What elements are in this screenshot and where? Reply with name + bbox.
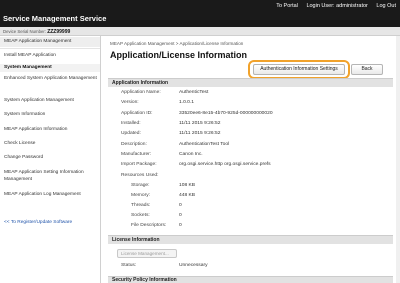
row-app-name: Application Name: AuthenticTest — [121, 90, 208, 95]
row-updated: Updated: 11/11 2015 9:26:52 — [121, 131, 220, 136]
row-threads: Threads: 0 — [131, 203, 182, 208]
row-key: Storage: — [131, 183, 150, 188]
app-info-heading: Application Information — [108, 78, 393, 87]
row-key: Manufacturer: — [121, 152, 152, 157]
row-license-status: Status: Unnecessary — [121, 263, 208, 268]
row-file-descriptors: File Descriptors: 0 — [131, 223, 182, 228]
row-value: 108 KB — [179, 183, 196, 188]
row-description: Description: AuthenticationTest Tool — [121, 142, 229, 147]
sidebar-item-meap-setting-info[interactable]: MEAP Application Setting Information Man… — [0, 170, 100, 183]
logout-link[interactable]: Log Out — [376, 3, 396, 9]
sidebar-item-meap-app-info[interactable]: MEAP Application Information — [0, 127, 100, 134]
register-update-link[interactable]: << To Register/Update Software — [0, 220, 100, 227]
row-version: Version: 1.0.0.1 — [121, 100, 194, 105]
row-value: AuthenticTest — [179, 90, 209, 95]
row-import-package: Import Package: org.osgi.service.http org… — [121, 162, 271, 167]
login-user-label: Login User: administrator — [306, 3, 368, 9]
serial-bar: Device Serial Number: ZZZ99999 — [0, 27, 400, 36]
row-resources-used: Resources Used: — [121, 173, 179, 178]
row-key: Resources Used: — [121, 173, 159, 178]
row-key: Application ID: — [121, 111, 153, 116]
sidebar-item-enhanced-system-app[interactable]: Enhanced System Application Management — [0, 76, 100, 83]
row-value: 0 — [179, 213, 182, 218]
sidebar-divider — [0, 48, 100, 49]
serial-value: ZZZ99999 — [47, 28, 71, 35]
page-scrollbar[interactable] — [396, 36, 400, 283]
row-value: 0 — [179, 203, 182, 208]
row-value: 448 KB — [179, 193, 196, 198]
row-value: 0 — [179, 223, 182, 228]
top-bar: Service Management Service To Portal Log… — [0, 0, 400, 27]
row-app-id: Application ID: 33520ee6-8e15-4b70-925d-0… — [121, 111, 273, 116]
row-key: Version: — [121, 100, 139, 105]
row-storage: Storage: 108 KB — [131, 183, 195, 188]
page-title: Application/License Information — [110, 50, 248, 60]
license-info-heading: License Information — [108, 235, 393, 244]
row-key: Description: — [121, 142, 147, 147]
row-value: Unnecessary — [179, 263, 208, 268]
sidebar-item-system-app-management[interactable]: System Application Management — [0, 98, 100, 105]
sidebar-item-install-meap[interactable]: Install MEAP Application — [0, 53, 100, 60]
to-portal-link[interactable]: To Portal — [276, 3, 298, 9]
row-key: Application Name: — [121, 90, 161, 95]
row-value: 11/11 2015 9:26:52 — [179, 131, 221, 136]
row-value: 11/11 2015 9:26:52 — [179, 121, 221, 126]
row-key: Import Package: — [121, 162, 157, 167]
row-key: Status: — [121, 263, 137, 268]
row-key: Updated: — [121, 131, 141, 136]
license-management-button[interactable]: License Management... — [117, 249, 177, 258]
row-key: Memory: — [131, 193, 151, 198]
row-value: AuthenticationTest Tool — [179, 142, 230, 147]
sidebar-item-change-password[interactable]: Change Password — [0, 155, 100, 162]
security-policy-heading: Security Policy Information — [108, 276, 393, 283]
top-links: To Portal Login User: administrator Log … — [269, 3, 396, 9]
app-title: Service Management Service — [3, 14, 107, 23]
row-sockets: Sockets: 0 — [131, 213, 182, 218]
breadcrumb: MEAP Application Management > Applicatio… — [110, 41, 244, 46]
sidebar: MEAP Application Management Install MEAP… — [0, 36, 101, 283]
sidebar-item-check-license[interactable]: Check License — [0, 141, 100, 148]
row-installed: Installed: 11/11 2015 9:26:52 — [121, 121, 220, 126]
row-value: 1.0.0.1 — [179, 100, 194, 105]
sidebar-item-meap-log[interactable]: MEAP Application Log Management — [0, 192, 100, 199]
serial-info: Device Serial Number: ZZZ99999 — [3, 29, 70, 35]
row-key: Threads: — [131, 203, 151, 208]
row-value: org.osgi.service.http org.osgi.service.p… — [179, 162, 271, 167]
row-memory: Memory: 448 KB — [131, 193, 195, 198]
row-value: 33520ee6-8e15-4b70-925d-000000000020 — [179, 111, 273, 116]
back-button[interactable]: Back — [351, 64, 383, 75]
row-key: Installed: — [121, 121, 141, 126]
main-content: MEAP Application Management > Applicatio… — [101, 36, 400, 283]
auth-info-settings-button[interactable]: Authentication Information Settings — [253, 64, 345, 75]
sidebar-heading-system: System Management — [0, 64, 100, 72]
row-manufacturer: Manufacturer: Canon Inc. — [121, 152, 203, 157]
row-key: Sockets: — [131, 213, 150, 218]
row-value: Canon Inc. — [179, 152, 203, 157]
row-key: File Descriptors: — [131, 223, 167, 228]
sidebar-item-system-info[interactable]: System Information — [0, 112, 100, 119]
sidebar-item-meap-app-management[interactable]: MEAP Application Management — [0, 37, 100, 47]
serial-label: Device Serial Number: — [3, 28, 46, 34]
